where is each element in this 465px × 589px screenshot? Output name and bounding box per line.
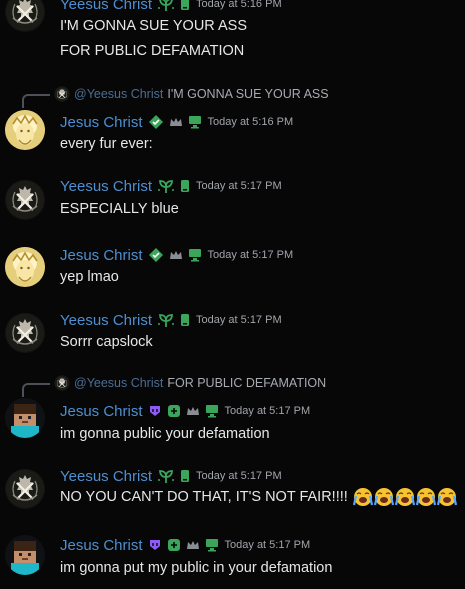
reply-connector xyxy=(22,94,50,108)
username[interactable]: Yeesus Christ xyxy=(60,312,152,329)
desktop-icon xyxy=(188,248,202,262)
crying-emoji-icon xyxy=(436,487,457,507)
timestamp: Today at 5:17 PM xyxy=(196,470,282,482)
reply-username[interactable]: @Yeesus Christ xyxy=(74,87,163,101)
username[interactable]: Jesus Christ xyxy=(60,403,143,420)
crying-emoji-icon xyxy=(352,487,373,507)
avatar[interactable] xyxy=(5,110,45,150)
avatar[interactable] xyxy=(5,0,45,32)
avatar[interactable] xyxy=(5,398,45,438)
desktop-icon xyxy=(188,115,202,129)
mobile-icon xyxy=(180,313,190,327)
crying-emoji-icon xyxy=(394,487,415,507)
username[interactable]: Jesus Christ xyxy=(60,114,143,131)
avatar[interactable] xyxy=(5,313,45,353)
avatar[interactable] xyxy=(5,469,45,509)
sprout-icon xyxy=(157,178,175,194)
message-text-body: NO YOU CAN'T DO THAT, IT'S NOT FAIR!!!! xyxy=(60,488,348,505)
crown-icon xyxy=(186,405,200,417)
shield-icon xyxy=(148,538,162,552)
mobile-icon xyxy=(180,179,190,193)
timestamp: Today at 5:17 PM xyxy=(196,180,282,192)
message-text: ESPECIALLY blue xyxy=(60,201,179,217)
controller-icon xyxy=(167,538,181,552)
desktop-icon xyxy=(205,404,219,418)
message-text: yep lmao xyxy=(60,269,119,285)
username[interactable]: Jesus Christ xyxy=(60,247,143,264)
username[interactable]: Yeesus Christ xyxy=(60,178,152,195)
sprout-icon xyxy=(157,0,175,12)
shield-icon xyxy=(148,404,162,418)
message-text: im gonna public your defamation xyxy=(60,426,270,442)
username[interactable]: Yeesus Christ xyxy=(60,0,152,13)
mobile-icon xyxy=(180,469,190,483)
message-text: every fur ever: xyxy=(60,136,153,152)
timestamp: Today at 5:17 PM xyxy=(207,249,294,261)
reply-avatar xyxy=(54,375,70,391)
crying-emoji-icon xyxy=(415,487,436,507)
reply-username[interactable]: @Yeesus Christ xyxy=(74,376,163,390)
timestamp: Today at 5:16 PM xyxy=(196,0,282,10)
mobile-icon xyxy=(180,0,190,11)
message-text: I'M GONNA SUE YOUR ASS xyxy=(60,18,248,34)
sprout-icon xyxy=(157,468,175,484)
message-text: NO YOU CAN'T DO THAT, IT'S NOT FAIR!!!! xyxy=(60,487,457,507)
crown-icon xyxy=(169,249,183,261)
message-text: Sorrr capslock xyxy=(60,334,153,350)
username[interactable]: Yeesus Christ xyxy=(60,468,152,485)
sprout-icon xyxy=(157,312,175,328)
avatar[interactable] xyxy=(5,535,45,575)
username[interactable]: Jesus Christ xyxy=(60,537,143,554)
reply-preview[interactable]: @Yeesus Christ FOR PUBLIC DEFAMATION xyxy=(22,375,326,397)
crown-icon xyxy=(186,539,200,551)
controller-icon xyxy=(167,404,181,418)
desktop-icon xyxy=(205,538,219,552)
timestamp: Today at 5:17 PM xyxy=(196,314,282,326)
avatar[interactable] xyxy=(5,180,45,220)
crown-icon xyxy=(169,116,183,128)
reply-text[interactable]: FOR PUBLIC DEFAMATION xyxy=(167,376,326,390)
reply-avatar xyxy=(54,86,70,102)
reply-preview[interactable]: @Yeesus Christ I'M GONNA SUE YOUR ASS xyxy=(22,86,329,108)
timestamp: Today at 5:17 PM xyxy=(224,539,311,551)
reply-text[interactable]: I'M GONNA SUE YOUR ASS xyxy=(167,87,328,101)
timestamp: Today at 5:16 PM xyxy=(207,116,294,128)
reply-connector xyxy=(22,383,50,397)
timestamp: Today at 5:17 PM xyxy=(224,405,311,417)
verified-icon xyxy=(148,114,164,130)
crying-emoji-icon xyxy=(373,487,394,507)
message-text: FOR PUBLIC DEFAMATION xyxy=(60,43,245,59)
avatar[interactable] xyxy=(5,247,45,287)
verified-icon xyxy=(148,247,164,263)
message-text: im gonna put my public in your defamatio… xyxy=(60,560,333,576)
